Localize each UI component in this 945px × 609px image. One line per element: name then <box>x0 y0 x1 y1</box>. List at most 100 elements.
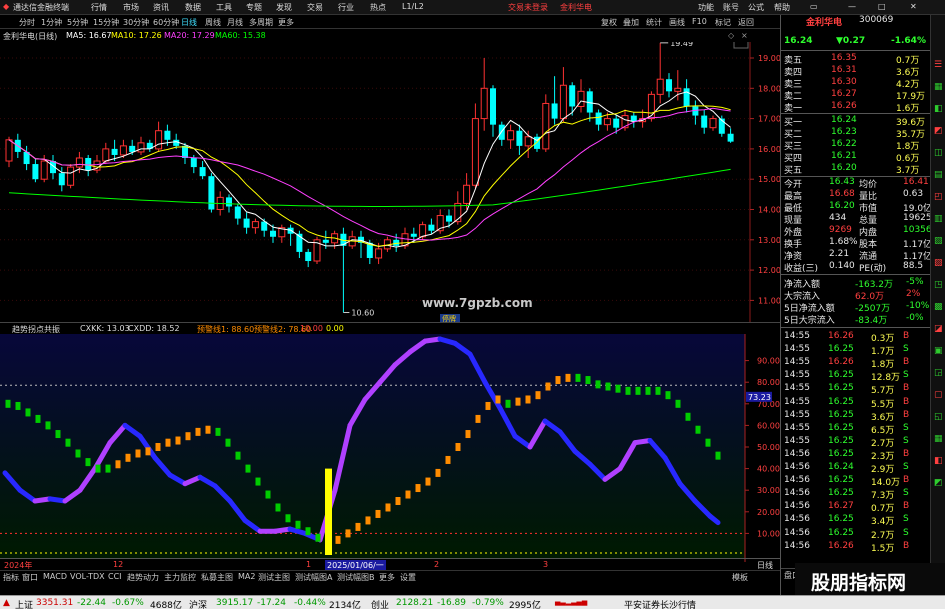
side-tool-icon[interactable]: ▦ <box>934 82 943 92</box>
side-tool-icon[interactable]: ◧ <box>934 456 943 466</box>
candle-body[interactable] <box>85 157 92 171</box>
tick-row[interactable]: 14:55 16.25 5.5万 B <box>781 397 931 410</box>
tab-cci[interactable]: CCI <box>108 572 122 581</box>
side-tool-icon[interactable]: ◪ <box>934 324 943 334</box>
login-notice[interactable]: 交易未登录 <box>508 2 548 13</box>
menu-formula[interactable]: 公式 <box>748 2 764 13</box>
tick-row[interactable]: 14:55 16.25 1.7万 S <box>781 344 931 357</box>
stat-row[interactable]: 净资 2.21 流通 1.17亿 <box>781 249 932 262</box>
candle-body[interactable] <box>410 233 417 237</box>
side-tool-icon[interactable]: ▥ <box>934 214 943 224</box>
maximize-icon[interactable]: □ <box>878 2 886 11</box>
ask-row[interactable]: 卖四 16.31 3.6万 <box>781 65 931 78</box>
stat-row[interactable]: 换手 1.68% 股本 1.17亿 <box>781 237 932 250</box>
tick-row[interactable]: 14:56 16.24 2.9万 S <box>781 462 931 475</box>
menu-tools[interactable]: 工具 <box>216 2 232 13</box>
candle-body[interactable] <box>58 173 65 186</box>
candle-body[interactable] <box>498 124 505 140</box>
menu-quote[interactable]: 行情 <box>91 2 107 13</box>
candlestick-chart[interactable]: 19.00 18.00 17.00 16.00 15.00 14.00 13.00 12.00… <box>0 42 780 322</box>
candle-body[interactable] <box>208 176 215 210</box>
tick-row[interactable]: 14:56 16.25 14.0万 B <box>781 475 931 488</box>
menu-l1l2[interactable]: L1/L2 <box>402 2 424 11</box>
menu-news[interactable]: 资讯 <box>153 2 169 13</box>
bid-row[interactable]: 买三 16.22 1.8万 <box>781 139 931 152</box>
candle-body[interactable] <box>524 136 532 147</box>
candle-body[interactable] <box>270 230 276 237</box>
candle-body[interactable] <box>129 145 136 152</box>
stat-row[interactable]: 最低 16.20 市值 19.0亿 <box>781 201 932 214</box>
menu-topics[interactable]: 专题 <box>246 2 262 13</box>
candle-body[interactable] <box>559 84 567 120</box>
candle-body[interactable] <box>375 248 383 259</box>
candle-body[interactable] <box>137 142 145 153</box>
stat-row[interactable]: 现量 434 总量 19625 <box>781 213 932 226</box>
tab-indicator[interactable]: 指标 <box>3 572 19 583</box>
period-5min[interactable]: 5分钟 <box>67 17 88 28</box>
side-tool-icon[interactable]: ▣ <box>934 346 943 356</box>
tab-test-sub-a[interactable]: 测试幅图A <box>295 572 332 583</box>
tab-private-main[interactable]: 私募主图 <box>201 572 233 583</box>
candle-body[interactable] <box>683 88 690 107</box>
tab-ma2[interactable]: MA2 <box>238 572 255 581</box>
ask-row[interactable]: 卖五 16.35 0.7万 <box>781 53 931 66</box>
tick-row[interactable]: 14:55 16.25 5.7万 B <box>781 383 931 396</box>
candle-body[interactable] <box>428 224 435 231</box>
tab-settings[interactable]: 设置 <box>400 572 416 583</box>
tick-row[interactable]: 14:56 16.26 1.5万 B <box>781 541 931 554</box>
candle-body[interactable] <box>480 87 488 120</box>
menu-help[interactable]: 帮助 <box>774 2 790 13</box>
template-button[interactable]: 模板 <box>732 572 748 583</box>
side-tool-icon[interactable]: ▧ <box>934 236 943 246</box>
chart-close-icon[interactable]: × <box>741 31 748 40</box>
adjust-button[interactable]: 复权 <box>601 17 617 28</box>
period-tick[interactable]: 分时 <box>19 17 35 28</box>
chart-toggle-icon[interactable] <box>733 42 749 49</box>
candle-body[interactable] <box>709 118 717 129</box>
overlay-button[interactable]: 叠加 <box>623 17 639 28</box>
side-tool-icon[interactable]: ◩ <box>934 478 943 488</box>
side-tool-icon[interactable]: ▤ <box>934 170 943 180</box>
candle-body[interactable] <box>305 251 312 262</box>
candle-body[interactable] <box>119 145 127 156</box>
candle-body[interactable] <box>5 139 13 162</box>
side-tool-icon[interactable]: ◳ <box>934 280 943 290</box>
candle-body[interactable] <box>287 227 294 234</box>
candle-body[interactable] <box>111 148 118 155</box>
candle-body[interactable] <box>419 224 427 238</box>
candle-body[interactable] <box>251 221 259 229</box>
candle-body[interactable] <box>322 239 329 243</box>
tab-main-monitor[interactable]: 主力监控 <box>164 572 196 583</box>
tick-row[interactable]: 14:55 16.25 2.7万 S <box>781 436 931 449</box>
candle-body[interactable] <box>516 130 523 146</box>
candle-body[interactable] <box>164 130 171 140</box>
side-tool-icon[interactable]: ◰ <box>934 192 943 202</box>
candle-body[interactable] <box>243 218 250 228</box>
bid-row[interactable]: 买四 16.21 0.6万 <box>781 151 931 164</box>
side-tool-icon[interactable]: ◩ <box>934 126 943 136</box>
sz-label[interactable]: 沪深 <box>189 598 207 609</box>
period-daily[interactable]: 日线 <box>181 17 197 28</box>
tick-row[interactable]: 14:55 16.25 3.6万 B <box>781 410 931 423</box>
period-15min[interactable]: 15分钟 <box>93 17 119 28</box>
bid-row[interactable]: 买二 16.23 35.7万 <box>781 127 931 140</box>
menu-discover[interactable]: 发现 <box>276 2 292 13</box>
stat-row[interactable]: 最高 16.68 量比 0.63 <box>781 189 931 202</box>
draw-button[interactable]: 画线 <box>669 17 685 28</box>
mark-button[interactable]: 标记 <box>715 17 731 28</box>
period-multi[interactable]: 多周期 <box>249 17 273 28</box>
flow-row[interactable]: 5日净流入额 -2507万 -10% <box>781 301 931 314</box>
bid-row[interactable]: 买五 16.20 3.7万 <box>781 163 931 176</box>
menu-hot[interactable]: 热点 <box>370 2 386 13</box>
candle-body[interactable] <box>551 103 558 119</box>
tab-more[interactable]: 更多 <box>379 572 395 583</box>
tick-row[interactable]: 14:55 16.25 12.8万 S <box>781 370 931 383</box>
window-menu-icon[interactable]: ▭ <box>810 2 818 11</box>
side-tool-icon[interactable]: ▩ <box>934 302 943 312</box>
candle-body[interactable] <box>190 157 197 168</box>
candle-body[interactable] <box>595 112 602 125</box>
candle-body[interactable] <box>155 130 163 150</box>
candle-body[interactable] <box>226 197 232 207</box>
candle-body[interactable] <box>471 118 479 186</box>
sh-label[interactable]: 上证 <box>15 598 33 609</box>
